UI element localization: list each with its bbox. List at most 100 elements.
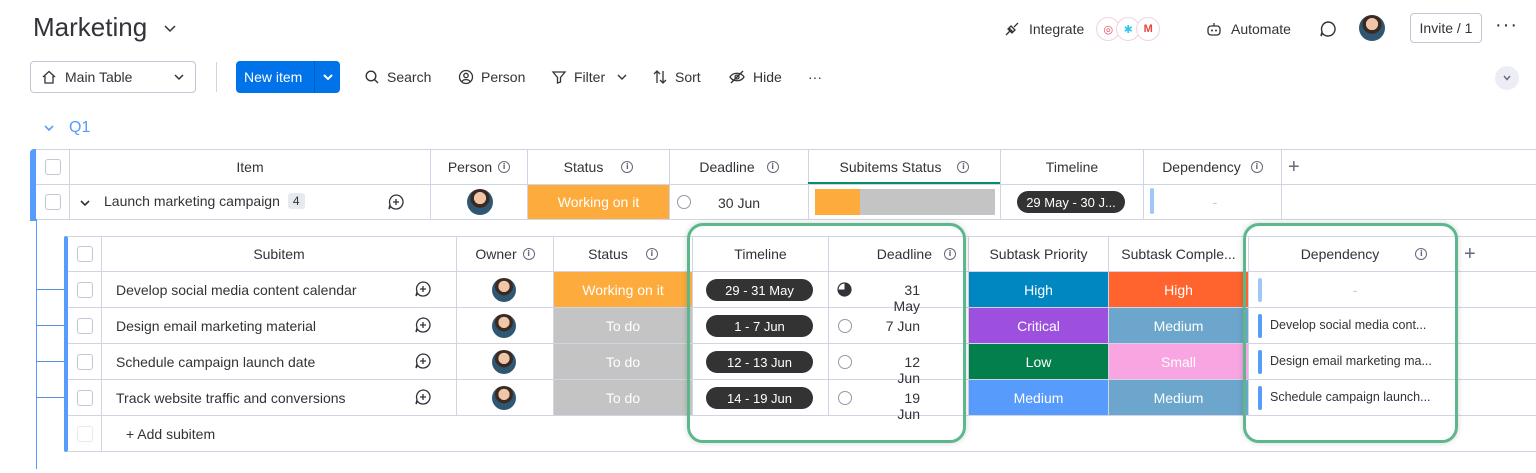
info-icon[interactable]: i (766, 161, 779, 173)
dependency-value[interactable]: - (1160, 194, 1270, 210)
sort-label: Sort (675, 69, 701, 85)
complexity-label[interactable]: High (1109, 272, 1248, 307)
comment-icon[interactable] (1318, 19, 1338, 39)
item-name[interactable]: Launch marketing campaign 4 (104, 193, 305, 209)
sub-column-header-complexity[interactable]: Subtask Comple... (1109, 246, 1248, 262)
sub-column-header-status[interactable]: Status i (554, 246, 692, 262)
grid-line (1281, 149, 1282, 219)
column-header-subitems-status[interactable]: Subitems Status i (809, 159, 1000, 175)
column-header-timeline[interactable]: Timeline (1001, 159, 1143, 175)
add-subitem-button[interactable]: + Add subitem (126, 426, 215, 442)
person-avatar[interactable] (467, 189, 493, 215)
add-update-icon[interactable] (414, 352, 432, 370)
group-header[interactable]: Q1 (43, 119, 90, 137)
complexity-label[interactable]: Small (1109, 344, 1248, 379)
subitem-count-badge[interactable]: 4 (287, 193, 305, 209)
subitem-checkbox[interactable] (77, 318, 93, 334)
subitem-name[interactable]: Schedule campaign launch date (116, 354, 315, 370)
priority-label[interactable]: Medium (969, 380, 1108, 415)
add-update-icon[interactable] (414, 388, 432, 406)
add-sub-column-icon[interactable]: + (1464, 243, 1476, 266)
info-icon[interactable]: i (498, 161, 511, 173)
sub-column-header-subitem[interactable]: Subitem (102, 246, 456, 262)
owner-avatar[interactable] (492, 350, 516, 374)
subitem-name[interactable]: Track website traffic and conversions (116, 390, 346, 406)
info-icon[interactable]: i (1250, 161, 1263, 173)
sort-button[interactable]: Sort (652, 61, 701, 93)
column-label: Deadline (699, 159, 755, 175)
subitem-status-label[interactable]: Working on it (554, 272, 692, 307)
subitem-checkbox[interactable] (77, 354, 93, 370)
sub-column-header-priority[interactable]: Subtask Priority (969, 246, 1108, 262)
chevron-down-icon[interactable] (43, 122, 55, 134)
deadline-check-icon[interactable] (677, 195, 691, 209)
chevron-down-icon (322, 74, 333, 81)
info-icon[interactable]: i (645, 248, 658, 260)
more-options-icon[interactable]: ··· (1495, 14, 1518, 37)
add-update-icon[interactable] (414, 316, 432, 334)
chevron-down-icon (617, 74, 627, 80)
column-header-status[interactable]: Status i (528, 159, 669, 175)
select-all-checkbox[interactable] (45, 159, 61, 175)
subitems-status-bar[interactable] (815, 189, 995, 215)
add-update-icon[interactable] (414, 280, 432, 298)
integrate-icon (1005, 22, 1019, 36)
subitem-name[interactable]: Design email marketing material (116, 318, 316, 334)
subitem-status-label[interactable]: To do (554, 308, 692, 343)
view-selector[interactable]: Main Table (30, 61, 196, 93)
search-button[interactable]: Search (364, 61, 431, 93)
highlight-dependency (1243, 223, 1458, 443)
hide-button[interactable]: Hide (728, 61, 782, 93)
more-toolbar-options[interactable]: ··· (808, 61, 822, 93)
board-title[interactable]: Marketing (33, 12, 147, 43)
timeline-pill[interactable]: 29 May - 30 J... (1017, 191, 1125, 213)
column-header-item[interactable]: Item (70, 159, 430, 175)
owner-avatar[interactable] (492, 386, 516, 410)
chevron-down-icon[interactable] (162, 20, 178, 36)
column-header-dependency[interactable]: Dependency i (1144, 159, 1281, 175)
complexity-label[interactable]: Medium (1109, 380, 1248, 415)
priority-label[interactable]: Critical (969, 308, 1108, 343)
subitem-name[interactable]: Develop social media content calendar (116, 282, 356, 298)
add-column-icon[interactable]: + (1288, 156, 1300, 179)
add-update-icon[interactable] (387, 193, 405, 211)
person-filter-button[interactable]: Person (458, 61, 525, 93)
automate-button[interactable]: Automate (1205, 14, 1291, 44)
row-checkbox[interactable] (45, 194, 61, 210)
column-label: Dependency (1162, 159, 1241, 175)
sort-icon (653, 70, 667, 84)
new-item-dropdown[interactable] (315, 71, 340, 83)
column-header-person[interactable]: Person i (431, 159, 527, 175)
owner-avatar[interactable] (492, 278, 516, 302)
subitems-status-fill (815, 189, 860, 215)
column-header-deadline[interactable]: Deadline i (670, 159, 808, 175)
column-label: Owner (475, 246, 517, 262)
owner-avatar[interactable] (492, 314, 516, 338)
group-name[interactable]: Q1 (69, 119, 90, 137)
deadline-value[interactable]: 30 Jun (718, 195, 760, 211)
collapse-header-button[interactable] (1495, 66, 1519, 90)
user-avatar[interactable] (1359, 15, 1385, 41)
priority-label[interactable]: Low (969, 344, 1108, 379)
subitem-status-label[interactable]: To do (554, 344, 692, 379)
info-icon[interactable]: i (957, 161, 970, 173)
subitem-checkbox[interactable] (77, 282, 93, 298)
info-icon[interactable]: i (621, 161, 634, 173)
invite-button[interactable]: Invite / 1 (1410, 13, 1482, 43)
chevron-down-icon[interactable] (79, 197, 91, 209)
highlight-timeline-deadline (687, 223, 966, 443)
subitem-checkbox[interactable] (77, 390, 93, 406)
sub-column-header-owner[interactable]: Owner i (457, 246, 553, 262)
filter-icon (551, 71, 567, 84)
info-icon[interactable]: i (522, 248, 535, 260)
grid-line (36, 219, 1536, 220)
priority-label[interactable]: High (969, 272, 1108, 307)
grid-line (68, 451, 1536, 452)
filter-button[interactable]: Filter (551, 61, 628, 93)
subitem-status-label[interactable]: To do (554, 380, 692, 415)
new-item-button[interactable]: New item (236, 61, 340, 93)
select-all-subitems-checkbox[interactable] (77, 246, 93, 262)
status-label[interactable]: Working on it (528, 185, 669, 219)
integrate-button[interactable]: Integrate ◎ ✱ M (1003, 14, 1161, 44)
complexity-label[interactable]: Medium (1109, 308, 1248, 343)
